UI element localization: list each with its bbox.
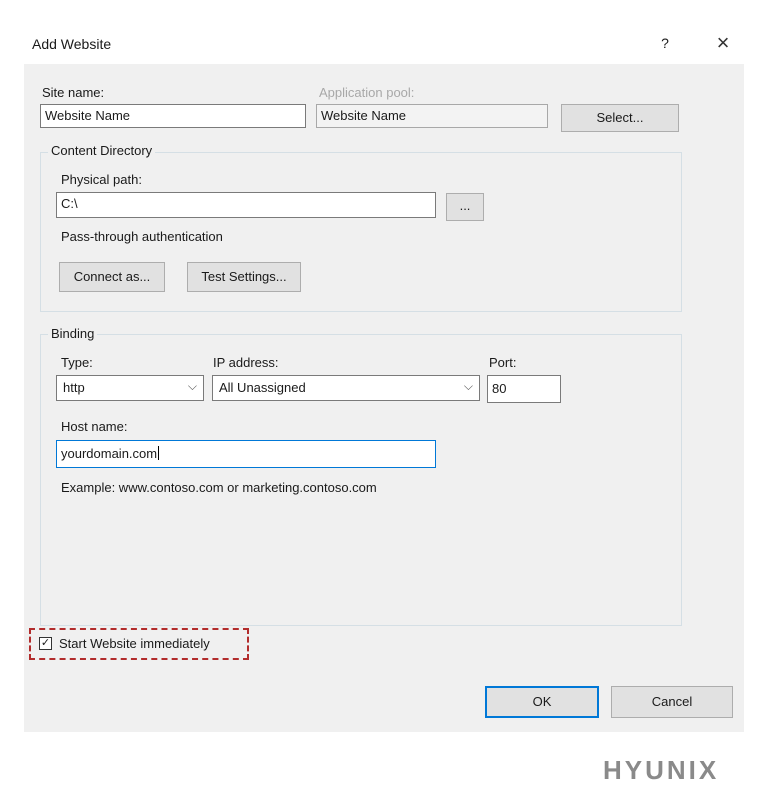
connect-as-button[interactable]: Connect as... — [59, 262, 165, 292]
pass-through-authentication-label: Pass-through authentication — [61, 229, 223, 244]
ip-address-select[interactable]: All Unassigned ⌵ — [212, 375, 480, 401]
host-name-example: Example: www.contoso.com or marketing.co… — [61, 480, 377, 495]
content-directory-caption: Content Directory — [48, 143, 156, 158]
port-label: Port: — [489, 355, 517, 370]
site-name-input[interactable]: Website Name — [40, 104, 306, 128]
cancel-button[interactable]: Cancel — [611, 686, 733, 718]
physical-path-label: Physical path: — [61, 172, 142, 187]
application-pool-field: Website Name — [316, 104, 548, 128]
type-label: Type: — [61, 355, 93, 370]
host-name-label: Host name: — [61, 419, 128, 434]
close-icon[interactable]: × — [711, 30, 735, 56]
select-app-pool-button[interactable]: Select... — [561, 104, 679, 132]
physical-path-input[interactable]: C:\ — [56, 192, 436, 218]
host-name-value: yourdomain.com — [61, 446, 158, 461]
check-icon: ✓ — [40, 637, 51, 649]
binding-caption: Binding — [48, 326, 98, 341]
ok-button[interactable]: OK — [485, 686, 599, 718]
chevron-down-icon: ⌵ — [463, 379, 473, 393]
test-settings-button[interactable]: Test Settings... — [187, 262, 301, 292]
type-value: http — [63, 380, 85, 395]
text-caret — [158, 446, 160, 460]
site-name-label: Site name: — [42, 85, 105, 100]
dialog-title: Add Website — [32, 36, 112, 52]
start-website-label[interactable]: Start Website immediately — [59, 636, 210, 651]
ip-address-label: IP address: — [213, 355, 279, 370]
help-button[interactable]: ? — [657, 35, 673, 51]
browse-button[interactable]: ... — [446, 193, 484, 221]
chevron-down-icon: ⌵ — [187, 379, 197, 393]
brand-logo: HYUNIX — [603, 755, 720, 785]
type-select[interactable]: http ⌵ — [56, 375, 204, 401]
application-pool-label: Application pool: — [319, 85, 415, 100]
port-input[interactable]: 80 — [487, 375, 561, 403]
ip-address-value: All Unassigned — [219, 380, 306, 395]
host-name-input[interactable]: yourdomain.com — [56, 440, 436, 468]
start-website-checkbox[interactable]: ✓ — [39, 637, 52, 650]
